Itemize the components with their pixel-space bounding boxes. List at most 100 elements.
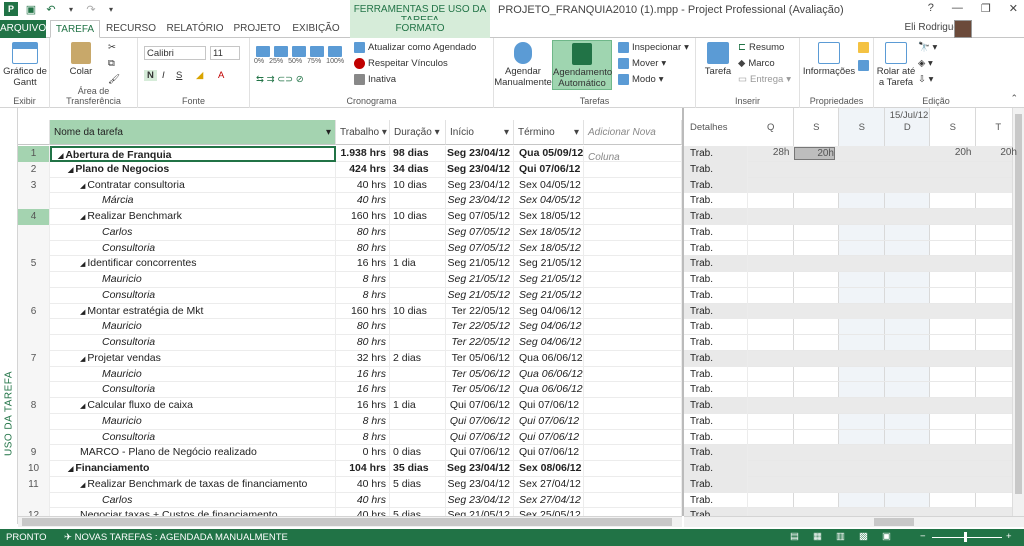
manual-schedule-button[interactable]: Agendar Manualmente — [494, 42, 552, 88]
status-new-tasks[interactable]: ✈ NOVAS TAREFAS : AGENDADA MANUALMENTE — [64, 532, 288, 543]
duration-cell[interactable] — [390, 413, 446, 430]
work-cell[interactable]: 160 hrs — [336, 209, 390, 225]
end-cell[interactable]: Qui 07/06/12 — [514, 413, 584, 430]
work-value-cell[interactable]: 20h — [793, 147, 835, 160]
table-row[interactable]: 8 ◢ Calcular fluxo de caixa 16 hrs 1 dia Qui… — [18, 398, 682, 414]
zoom-in-icon[interactable]: + — [1006, 531, 1012, 542]
mode-button[interactable]: Modo ▾ — [618, 74, 664, 85]
start-cell[interactable]: Seg 23/04/12 — [446, 146, 514, 162]
start-cell[interactable]: Qui 07/06/12 — [446, 413, 514, 430]
work-cell[interactable]: 80 hrs — [336, 335, 390, 351]
new-column-cell[interactable] — [584, 335, 682, 351]
new-column-cell[interactable] — [584, 366, 682, 383]
zoom-thumb[interactable] — [964, 532, 967, 542]
start-cell[interactable]: Seg 23/04/12 — [446, 193, 514, 209]
task-name[interactable]: Consultoria — [50, 335, 336, 351]
task-name[interactable]: ◢ Identificar concorrentes — [50, 256, 336, 272]
zoom-slider[interactable] — [932, 537, 1002, 538]
zoom-out-icon[interactable]: − — [920, 531, 926, 542]
start-cell[interactable]: Seg 23/04/12 — [446, 177, 514, 194]
clear-icon[interactable]: ◈ ▾ — [918, 58, 933, 69]
bold-button[interactable]: N — [144, 70, 157, 81]
save-icon[interactable]: ▣ — [24, 2, 38, 16]
task-name[interactable]: Consultoria — [50, 287, 336, 304]
auto-schedule-button[interactable]: Agendamento Automático — [552, 40, 612, 90]
report-icon[interactable]: ▣ — [882, 531, 891, 542]
fill-icon[interactable]: ⇩ ▾ — [918, 74, 933, 85]
end-cell[interactable]: Sex 18/05/12 — [514, 209, 584, 225]
duration-cell[interactable] — [390, 240, 446, 257]
deliverable-button[interactable]: ▭ Entrega ▾ — [738, 74, 791, 85]
task-name[interactable]: Mauricio — [50, 366, 336, 383]
work-value-cell[interactable]: 20h — [976, 147, 1017, 158]
row-id[interactable] — [18, 429, 50, 446]
avatar[interactable] — [954, 20, 972, 38]
duration-cell[interactable]: 10 dias — [390, 177, 446, 194]
gantt-view-icon[interactable]: ▤ — [790, 531, 799, 542]
end-cell[interactable]: Qui 07/06/12 — [514, 161, 584, 178]
scroll-to-task-button[interactable]: Rolar até a Tarefa — [876, 42, 916, 88]
duration-cell[interactable]: 2 dias — [390, 350, 446, 367]
work-cell[interactable]: 16 hrs — [336, 256, 390, 272]
table-row[interactable]: 7 ◢ Projetar vendas 32 hrs 2 dias Ter 05/06/… — [18, 350, 682, 367]
end-cell[interactable]: Sex 04/05/12 — [514, 177, 584, 194]
new-column-cell[interactable] — [584, 461, 682, 477]
end-cell[interactable]: Seg 04/06/12 — [514, 319, 584, 335]
start-cell[interactable]: Ter 05/06/12 — [446, 382, 514, 398]
duration-cell[interactable] — [390, 287, 446, 304]
usage-horizontal-scrollbar[interactable] — [684, 516, 1024, 527]
start-cell[interactable]: Qui 07/06/12 — [446, 429, 514, 446]
grid-scroll-thumb[interactable] — [22, 518, 672, 526]
new-column-cell[interactable] — [584, 445, 682, 461]
usage-view-icon[interactable]: ▦ — [813, 531, 822, 542]
start-cell[interactable]: Ter 22/05/12 — [446, 335, 514, 351]
end-cell[interactable]: Qua 06/06/12 — [514, 366, 584, 383]
col-header-name[interactable]: Nome da tarefa ▾ — [50, 120, 336, 145]
new-column-cell[interactable] — [584, 287, 682, 304]
vertical-scroll-thumb[interactable] — [1015, 114, 1022, 494]
update-as-scheduled-button[interactable]: Atualizar como Agendado — [354, 42, 476, 53]
duration-cell[interactable]: 10 dias — [390, 303, 446, 320]
task-button[interactable]: Tarefa — [700, 42, 736, 77]
row-id[interactable] — [18, 366, 50, 383]
work-cell[interactable]: 16 hrs — [336, 398, 390, 414]
row-id[interactable] — [18, 335, 50, 351]
new-column-cell[interactable] — [584, 350, 682, 367]
move-button[interactable]: Mover ▾ — [618, 58, 666, 69]
highlight-icon[interactable]: ◢ — [196, 70, 203, 81]
row-id[interactable] — [18, 382, 50, 398]
end-cell[interactable]: Qua 06/06/12 — [514, 350, 584, 367]
new-column-cell[interactable] — [584, 209, 682, 225]
new-column-cell[interactable] — [584, 224, 682, 241]
task-name[interactable]: ◢ Montar estratégia de Mkt — [50, 303, 336, 320]
work-cell[interactable]: 8 hrs — [336, 287, 390, 304]
help-icon[interactable]: ? — [928, 2, 934, 15]
table-row[interactable]: Carlos 40 hrs Seg 23/04/12 Sex 27/04/12 — [18, 492, 682, 509]
task-name[interactable]: ◢ Financiamento — [50, 461, 336, 477]
work-value-cell[interactable]: 20h — [930, 147, 972, 158]
duration-cell[interactable] — [390, 366, 446, 383]
indent-icons[interactable]: ⇆ ⇉ ⊂⊃ ⊘ — [256, 74, 304, 85]
duration-cell[interactable] — [390, 319, 446, 335]
details-icon[interactable] — [858, 60, 869, 71]
table-row[interactable]: Consultoria 80 hrs Ter 22/05/12 Seg 04/06/1… — [18, 335, 682, 351]
work-cell[interactable]: 424 hrs — [336, 161, 390, 178]
work-cell[interactable]: 32 hrs — [336, 350, 390, 367]
work-cell[interactable]: 8 hrs — [336, 272, 390, 288]
row-id[interactable]: 10 — [18, 461, 50, 477]
row-id[interactable]: 3 — [18, 177, 50, 194]
restore-icon[interactable]: ❐ — [981, 2, 991, 15]
pct-25-icon[interactable] — [274, 46, 288, 57]
end-cell[interactable]: Seg 21/05/12 — [514, 256, 584, 272]
undo-icon[interactable]: ↶ — [44, 2, 58, 16]
col-header-duration[interactable]: Duração ▾ — [390, 120, 446, 145]
col-header-work[interactable]: Trabalho ▾ — [336, 120, 390, 145]
new-column-cell[interactable] — [584, 476, 682, 493]
end-cell[interactable]: Sex 18/05/12 — [514, 240, 584, 257]
end-cell[interactable]: Qua 05/09/12 — [514, 146, 584, 162]
start-cell[interactable]: Seg 07/05/12 — [446, 224, 514, 241]
table-row[interactable]: Consultoria 16 hrs Ter 05/06/12 Qua 06/06/1… — [18, 382, 682, 398]
start-cell[interactable]: Ter 22/05/12 — [446, 319, 514, 335]
new-column-cell[interactable] — [584, 146, 682, 162]
font-color-icon[interactable]: A — [218, 70, 224, 81]
